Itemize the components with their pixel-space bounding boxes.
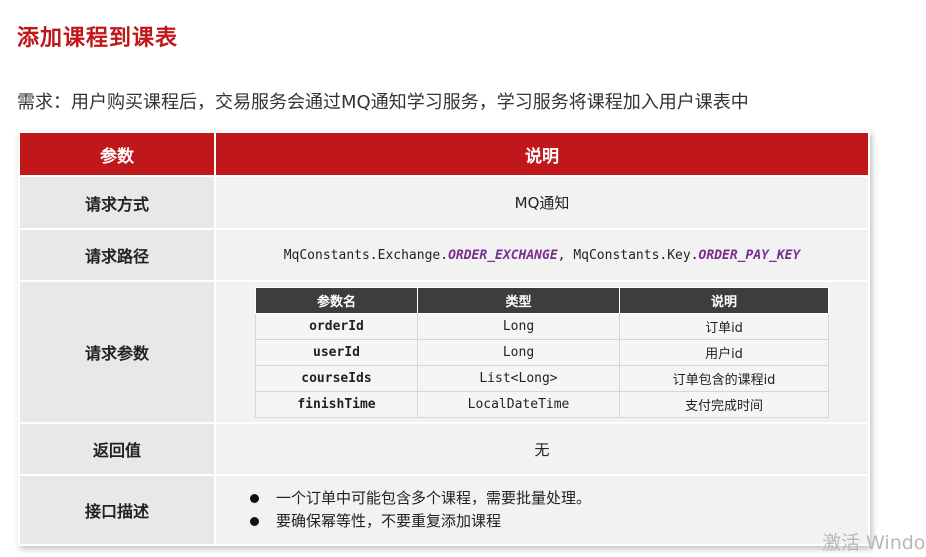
param-desc: 支付完成时间 — [619, 390, 829, 418]
label-return-value: 返回值 — [18, 422, 216, 476]
path-exchange-prefix: MqConstants.Exchange. — [283, 247, 449, 263]
row-return-value: 返回值 无 — [18, 422, 870, 476]
params-col-desc: 说明 — [619, 286, 829, 314]
row-request-params: 请求参数 参数名 类型 说明 orderId Long 订单id userId … — [18, 280, 870, 424]
table-row: finishTime LocalDateTime 支付完成时间 — [255, 390, 829, 418]
value-request-method: MQ通知 — [214, 175, 870, 230]
bullet-icon — [250, 494, 259, 503]
table-row: courseIds List<Long> 订单包含的课程id — [255, 364, 829, 392]
api-spec-table: 参数 说明 请求方式 MQ通知 请求路径 MqConstants.Exchang… — [18, 131, 870, 546]
page-title: 添加课程到课表 — [17, 26, 179, 51]
path-key-prefix: MqConstants.Key. — [573, 247, 699, 263]
label-request-method: 请求方式 — [18, 175, 216, 230]
param-name: finishTime — [255, 390, 418, 418]
table-row: orderId Long 订单id — [255, 312, 829, 340]
param-name: courseIds — [255, 364, 418, 392]
desc-item-text: 一个订单中可能包含多个课程，需要批量处理。 — [276, 489, 592, 507]
param-name: orderId — [255, 312, 418, 340]
path-exchange-const: ORDER_EXCHANGE — [448, 247, 558, 263]
param-desc: 订单id — [619, 312, 829, 340]
param-type: List<Long> — [417, 364, 620, 392]
param-desc: 订单包含的课程id — [619, 364, 829, 392]
value-request-params: 参数名 类型 说明 orderId Long 订单id userId Long … — [214, 280, 870, 424]
row-request-method: 请求方式 MQ通知 — [18, 175, 870, 230]
label-request-path: 请求路径 — [18, 228, 216, 282]
params-table: 参数名 类型 说明 orderId Long 订单id userId Long … — [255, 286, 829, 418]
value-interface-desc: 一个订单中可能包含多个课程，需要批量处理。 要确保幂等性，不要重复添加课程 — [214, 474, 870, 546]
param-type: Long — [417, 312, 620, 340]
path-separator: , — [557, 247, 574, 263]
table-row: userId Long 用户id — [255, 338, 829, 366]
row-request-path: 请求路径 MqConstants.Exchange.ORDER_EXCHANGE… — [18, 228, 870, 282]
label-request-params: 请求参数 — [18, 280, 216, 424]
param-name: userId — [255, 338, 418, 366]
desc-item-text: 要确保幂等性，不要重复添加课程 — [276, 512, 502, 530]
list-item: 一个订单中可能包含多个课程，需要批量处理。 — [248, 487, 868, 510]
header-desc: 说明 — [214, 131, 870, 177]
label-interface-desc: 接口描述 — [18, 474, 216, 546]
params-col-type: 类型 — [417, 286, 620, 314]
param-type: LocalDateTime — [417, 390, 620, 418]
header-param: 参数 — [18, 131, 216, 177]
row-interface-desc: 接口描述 一个订单中可能包含多个课程，需要批量处理。 要确保幂等性，不要重复添加… — [18, 474, 870, 546]
value-return-value: 无 — [214, 422, 870, 476]
value-request-path: MqConstants.Exchange.ORDER_EXCHANGE, MqC… — [214, 228, 870, 282]
path-key-const: ORDER_PAY_KEY — [698, 247, 801, 263]
activation-watermark: 激活 Windo — [822, 532, 926, 554]
bullet-icon — [250, 517, 259, 526]
desc-list: 一个订单中可能包含多个课程，需要批量处理。 要确保幂等性，不要重复添加课程 — [216, 487, 868, 533]
param-type: Long — [417, 338, 620, 366]
param-desc: 用户id — [619, 338, 829, 366]
params-header-row: 参数名 类型 说明 — [255, 286, 829, 314]
requirement-text: 需求：用户购买课程后，交易服务会通过MQ通知学习服务，学习服务将课程加入用户课表… — [17, 92, 749, 113]
params-col-name: 参数名 — [255, 286, 418, 314]
list-item: 要确保幂等性，不要重复添加课程 — [248, 510, 868, 533]
table-header-row: 参数 说明 — [18, 131, 870, 177]
